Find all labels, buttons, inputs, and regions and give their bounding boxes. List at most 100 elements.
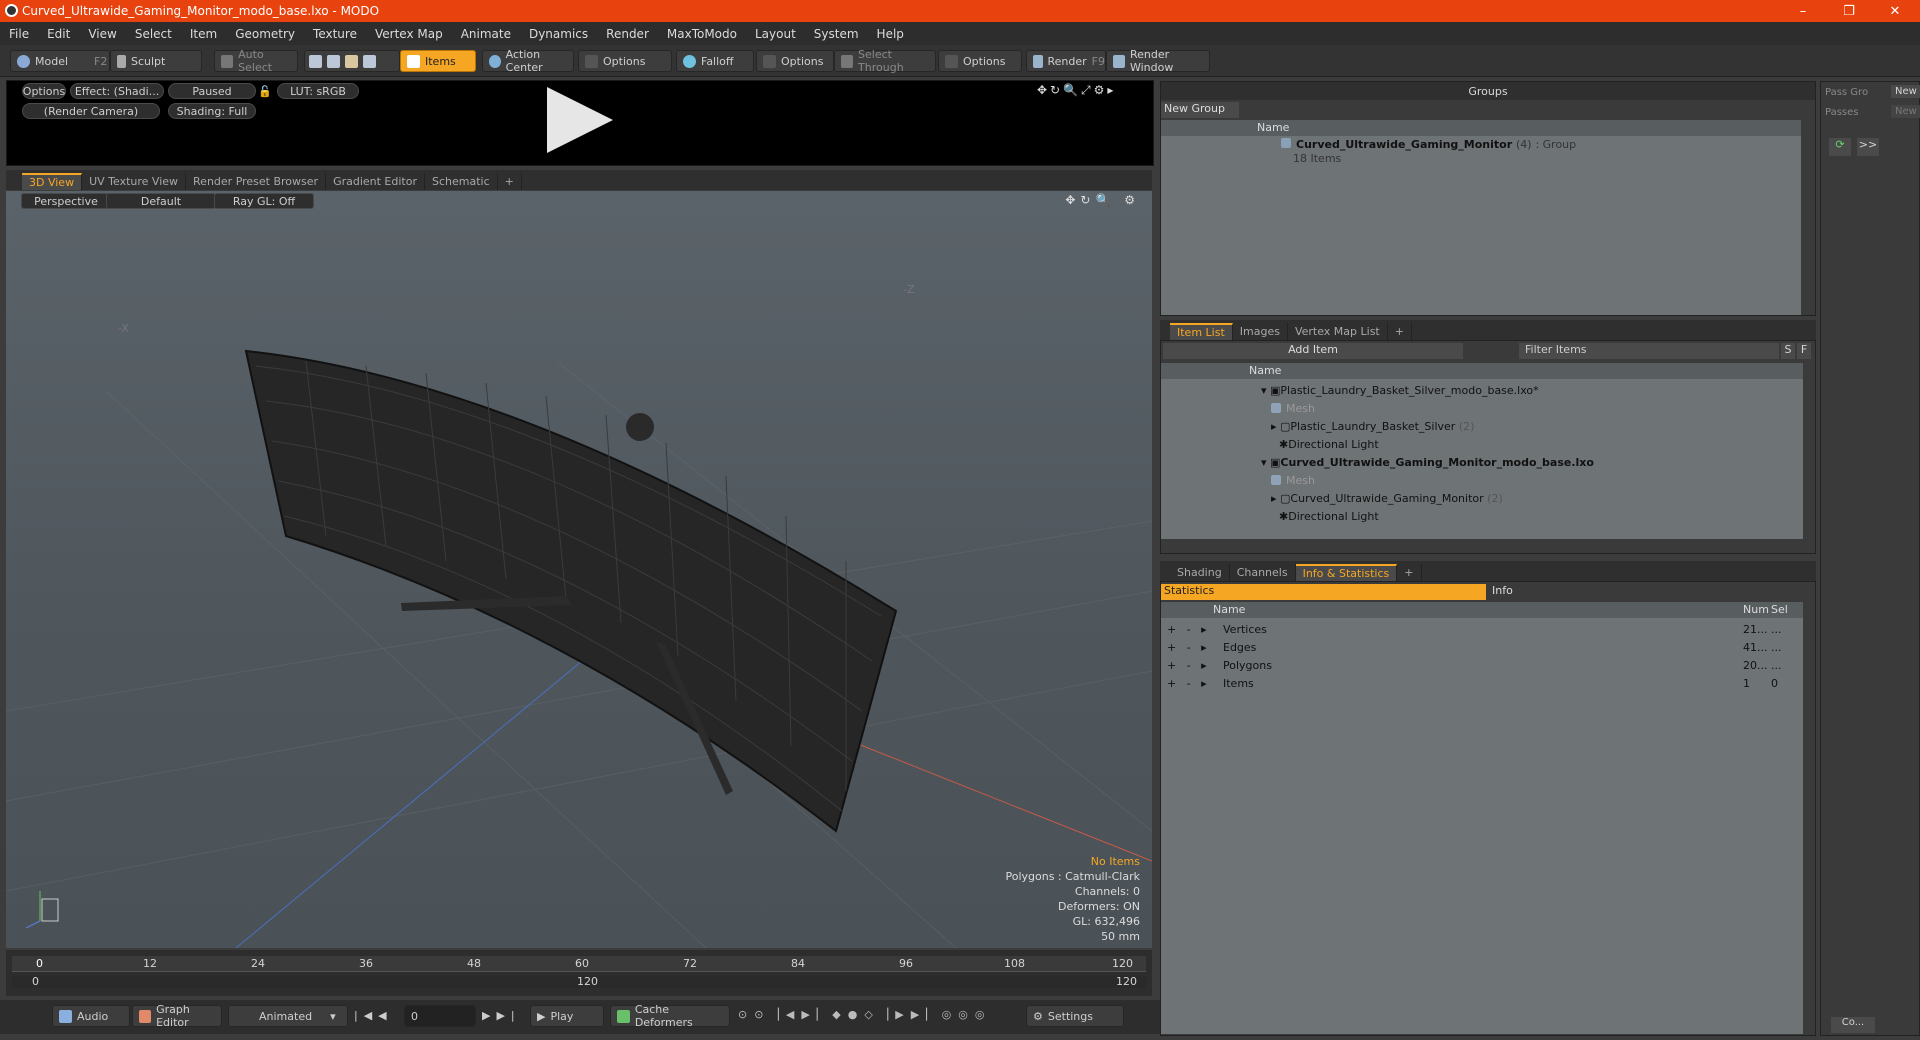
list-item[interactable]: ▸ ▢ Curved_Ultrawide_Gaming_Monitor (2) (1271, 489, 1503, 507)
falloff-button[interactable]: Falloff (676, 50, 754, 72)
list-item[interactable]: ✱ Directional Light (1279, 435, 1379, 453)
group-item[interactable]: Curved_Ultrawide_Gaming_Monitor (4) : Gr… (1281, 138, 1576, 151)
cache-deformers-button[interactable]: Cache Deformers (610, 1003, 730, 1029)
tab-gradient-editor[interactable]: Gradient Editor (326, 173, 425, 190)
new-pass-button[interactable]: New (1891, 105, 1920, 118)
add-tab-button[interactable]: + (498, 173, 522, 190)
render-button[interactable]: Render F9 (1026, 50, 1106, 72)
menu-file[interactable]: File (0, 27, 38, 41)
menu-texture[interactable]: Texture (304, 27, 366, 41)
tab-channels[interactable]: Channels (1230, 564, 1296, 581)
shading-dropdown[interactable]: Shading: Full (168, 103, 256, 119)
frame-forward-icons[interactable]: ▶▶| (482, 1009, 521, 1022)
co-button[interactable]: Co... (1831, 1017, 1875, 1033)
menu-geometry[interactable]: Geometry (226, 27, 304, 41)
materials-mode-icon[interactable] (363, 54, 376, 68)
tab-render-preset-browser[interactable]: Render Preset Browser (186, 173, 327, 190)
select-through-options-button[interactable]: Options (938, 50, 1022, 72)
tab-schematic[interactable]: Schematic (425, 173, 498, 190)
menu-dynamics[interactable]: Dynamics (520, 27, 597, 41)
menu-layout[interactable]: Layout (746, 27, 805, 41)
preview-options-button[interactable]: Options (22, 83, 66, 99)
tab-uv-texture-view[interactable]: UV Texture View (82, 173, 187, 190)
frame-input[interactable]: 0 (404, 1005, 476, 1027)
tab-images[interactable]: Images (1233, 323, 1288, 340)
list-item[interactable]: ▸ ▢ Plastic_Laundry_Basket_Silver (2) (1271, 417, 1474, 435)
action-center-button[interactable]: Action Center (482, 48, 574, 74)
filter-items-input[interactable]: Filter Items (1519, 343, 1779, 359)
table-row[interactable]: + - ▸ Items 1 0 (1161, 674, 1803, 692)
falloff-options-button[interactable]: Options (756, 50, 834, 72)
action-center-options-button[interactable]: Options (578, 50, 672, 72)
tab-3d-view[interactable]: 3D View (22, 173, 83, 190)
list-item[interactable]: Mesh (1271, 471, 1315, 489)
timeline[interactable]: 0 12 24 36 48 60 72 84 96 108 120 0 120 … (6, 950, 1152, 996)
table-row[interactable]: + - ▸ Edges 41...... (1161, 638, 1803, 656)
effect-dropdown[interactable]: Effect: (Shadi... (70, 83, 164, 99)
menu-help[interactable]: Help (868, 27, 913, 41)
maximize-button[interactable]: ❐ (1826, 0, 1872, 22)
s-button[interactable]: S (1781, 343, 1795, 359)
polygons-mode-icon[interactable] (345, 54, 358, 68)
select-through-button[interactable]: Select Through (834, 48, 936, 74)
settings-button[interactable]: ⚙ Settings (1026, 1005, 1124, 1027)
audio-button[interactable]: Audio (52, 1005, 130, 1027)
items-mode-button[interactable]: Items (400, 50, 476, 72)
col-name: Name (1257, 121, 1290, 134)
animated-dropdown[interactable]: Animated ▾ (228, 1005, 348, 1027)
add-tab-button[interactable]: + (1397, 564, 1422, 581)
f-button[interactable]: F (1797, 343, 1811, 359)
range-bar[interactable]: 0 120 120 (12, 975, 1146, 988)
menu-system[interactable]: System (805, 27, 868, 41)
add-item-button[interactable]: Add Item (1163, 343, 1463, 359)
stats-tabbar: Shading Channels Info & Statistics + (1160, 561, 1816, 581)
table-row[interactable]: + - ▸ Polygons 20...... (1161, 656, 1803, 674)
play-preview-icon[interactable] (547, 87, 613, 153)
tab-shading[interactable]: Shading (1170, 564, 1230, 581)
groups-header: Name (1161, 120, 1801, 136)
close-button[interactable]: ✕ (1872, 0, 1918, 22)
vertices-mode-icon[interactable] (309, 54, 322, 68)
lock-icon[interactable]: 🔓 (258, 83, 272, 99)
tab-vertex-map-list[interactable]: Vertex Map List (1288, 323, 1388, 340)
model-mode-button[interactable]: Model F2 (10, 50, 110, 72)
viewport-3d[interactable]: Perspective Default Ray GL: Off ✥↻🔍 ⚙ -X… (6, 191, 1152, 948)
menu-select[interactable]: Select (126, 27, 181, 41)
play-button[interactable]: ▶ Play (530, 1005, 604, 1027)
new-group-button[interactable]: New Group (1161, 102, 1239, 118)
auto-select-button[interactable]: Auto Select (214, 48, 298, 74)
table-row[interactable]: + - ▸ Vertices 21...... (1161, 620, 1803, 638)
list-item[interactable]: ▾ ▣ Curved_Ultrawide_Gaming_Monitor_modo… (1261, 453, 1594, 471)
menu-view[interactable]: View (79, 27, 125, 41)
axis-label-x: -X (118, 322, 129, 335)
menu-edit[interactable]: Edit (38, 27, 79, 41)
paused-button[interactable]: Paused (168, 83, 256, 99)
list-item[interactable]: Mesh (1271, 399, 1315, 417)
add-tab-button[interactable]: + (1388, 323, 1412, 340)
info-header[interactable]: Info (1488, 584, 1813, 600)
menu-maxtomodo[interactable]: MaxToModo (658, 27, 746, 41)
tab-item-list[interactable]: Item List (1170, 323, 1233, 340)
menu-vertex-map[interactable]: Vertex Map (366, 27, 452, 41)
statistics-header[interactable]: Statistics (1161, 584, 1486, 600)
edges-mode-icon[interactable] (327, 54, 340, 68)
next-pass-button[interactable]: >> (1857, 138, 1879, 156)
new-pass-group-button[interactable]: New (1891, 85, 1920, 98)
menu-render[interactable]: Render (597, 27, 658, 41)
render-camera-dropdown[interactable]: (Render Camera) (22, 103, 160, 119)
list-item[interactable]: ▾ ▣ Plastic_Laundry_Basket_Silver_modo_b… (1261, 381, 1539, 399)
menu-item[interactable]: Item (181, 27, 226, 41)
tab-info-statistics[interactable]: Info & Statistics (1295, 564, 1398, 581)
key-tools-icons[interactable]: ⊙⊙▕◀▶▏◆●◇▕▶▶▏◎◎◎ (738, 1008, 991, 1021)
minimize-button[interactable]: – (1780, 0, 1826, 22)
frame-nav-icons[interactable]: |◀◀ (354, 1009, 393, 1022)
sculpt-mode-button[interactable]: Sculpt (110, 50, 202, 72)
timeline-ruler[interactable]: 0 12 24 36 48 60 72 84 96 108 120 (12, 956, 1146, 972)
refresh-icon[interactable]: ⟳ (1829, 138, 1851, 156)
render-window-button[interactable]: Render Window (1106, 48, 1210, 74)
menu-animate[interactable]: Animate (452, 27, 520, 41)
list-item[interactable]: ✱ Directional Light (1279, 507, 1379, 525)
lut-dropdown[interactable]: LUT: sRGB (277, 83, 359, 99)
preview-nav-icons[interactable]: ✥↻🔍⤢⚙▸ (1037, 83, 1116, 98)
graph-editor-button[interactable]: Graph Editor (132, 1003, 222, 1029)
